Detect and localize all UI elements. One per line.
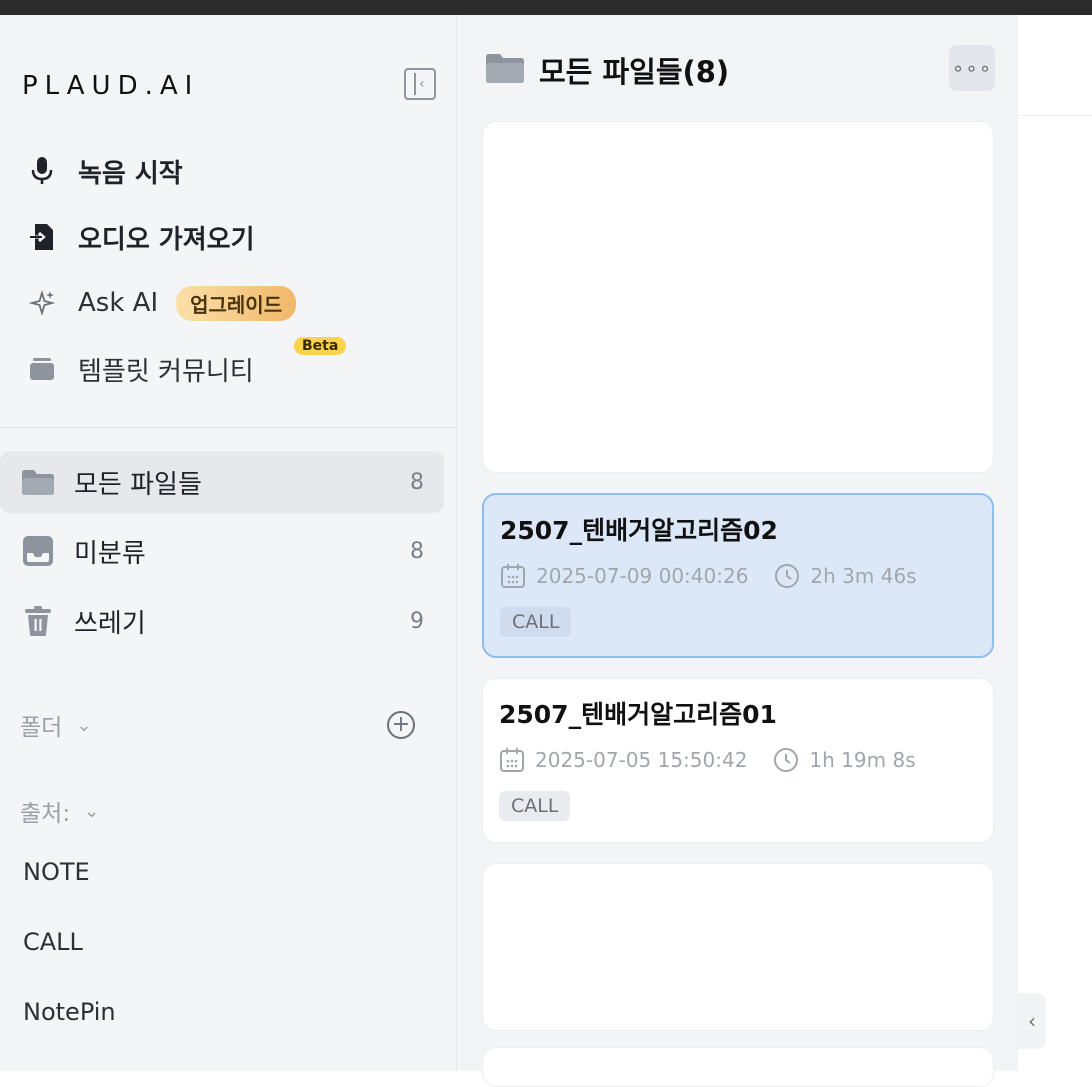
source-item-call[interactable]: CALL [23, 928, 83, 956]
file-list-pane: 모든 파일들(8) ∘∘∘ 2507_텐배거알고리즘02 2025-07-09 … [457, 15, 1018, 1087]
add-folder-button[interactable]: + [387, 711, 415, 739]
header-divider [1018, 115, 1092, 116]
file-date: 2025-07-05 15:50:42 [535, 748, 748, 772]
source-item-notepin[interactable]: NotePin [23, 998, 116, 1026]
panel-icon [414, 73, 416, 95]
chevron-left-icon: ‹ [1028, 1009, 1036, 1033]
file-card-placeholder[interactable] [482, 1047, 994, 1087]
sidebar: PLAUD.AI ‹ 녹음 시작 오디오 가져오기 Ask AI 업그레이드 템… [0, 15, 457, 1071]
clock-icon [774, 563, 800, 589]
list-title: 모든 파일들(8) [539, 55, 730, 89]
file-title: 2507_텐배거알고리즘02 [500, 516, 778, 545]
unclassified-label: 미분류 [74, 538, 146, 569]
app-logo: PLAUD.AI [22, 71, 199, 103]
all-files-label: 모든 파일들 [74, 469, 202, 500]
all-files-count: 8 [410, 469, 424, 495]
logo-text: PLAUD.AI [22, 71, 200, 101]
trash-icon [20, 603, 56, 639]
clock-icon [773, 747, 799, 773]
chevron-left-icon: ‹ [419, 76, 425, 92]
folder-icon [485, 52, 525, 88]
window-top-bar [0, 0, 1092, 15]
template-community-button[interactable]: 템플릿 커뮤니티 Beta [26, 337, 347, 389]
file-card-placeholder[interactable] [482, 121, 994, 473]
sidebar-item-unclassified[interactable]: 미분류 8 [0, 520, 444, 582]
folders-toggle[interactable]: 폴더 ⌄ [20, 708, 91, 742]
start-recording-button[interactable]: 녹음 시작 [26, 151, 183, 191]
source-item-note[interactable]: NOTE [23, 858, 90, 886]
calendar-icon [500, 563, 526, 589]
trash-count: 9 [410, 608, 424, 634]
file-meta: 2025-07-05 15:50:42 1h 19m 8s [499, 747, 916, 773]
file-duration: 2h 3m 46s [810, 564, 917, 588]
folders-label: 폴더 [20, 715, 63, 741]
trash-label: 쓰레기 [74, 608, 146, 639]
file-tag: CALL [499, 791, 571, 821]
sidebar-item-all-files[interactable]: 모든 파일들 8 [0, 451, 444, 513]
file-title: 2507_텐배거알고리즘01 [499, 700, 777, 729]
template-stack-icon [26, 353, 58, 385]
ask-ai-label: Ask AI [78, 288, 159, 318]
file-card[interactable]: 2507_텐배거알고리즘01 2025-07-05 15:50:42 1h 19… [482, 678, 994, 843]
plus-icon: + [391, 712, 411, 737]
file-tag: CALL [500, 607, 572, 637]
ask-ai-button[interactable]: Ask AI 업그레이드 [26, 283, 297, 323]
unclassified-count: 8 [410, 538, 424, 564]
file-duration: 1h 19m 8s [809, 748, 916, 772]
inbox-icon [20, 533, 56, 569]
file-card-placeholder[interactable] [482, 863, 994, 1031]
more-options-button[interactable]: ∘∘∘ [949, 45, 995, 91]
microphone-icon [26, 155, 58, 187]
import-audio-label: 오디오 가져오기 [78, 224, 255, 255]
calendar-icon [499, 747, 525, 773]
start-recording-label: 녹음 시작 [78, 158, 183, 189]
import-audio-button[interactable]: 오디오 가져오기 [26, 217, 255, 257]
chevron-down-icon: ⌄ [84, 800, 100, 822]
sources-toggle[interactable]: 출처: ⌄ [20, 794, 99, 828]
folder-icon [20, 464, 56, 500]
sidebar-item-trash[interactable]: 쓰레기 9 [0, 590, 444, 652]
file-meta: 2025-07-09 00:40:26 2h 3m 46s [500, 563, 917, 589]
template-community-label: 템플릿 커뮤니티 [78, 356, 254, 387]
chevron-down-icon: ⌄ [76, 714, 92, 736]
file-date: 2025-07-09 00:40:26 [536, 564, 749, 588]
detail-pane: ‹ [1018, 15, 1092, 1071]
sidebar-collapse-button[interactable]: ‹ [404, 68, 436, 100]
more-icon: ∘∘∘ [951, 56, 993, 80]
file-card-selected[interactable]: 2507_텐배거알고리즘02 2025-07-09 00:40:26 2h 3m… [482, 493, 994, 658]
import-file-icon [26, 221, 58, 253]
expand-panel-button[interactable]: ‹ [1018, 993, 1046, 1049]
beta-badge: Beta [294, 337, 347, 355]
upgrade-badge[interactable]: 업그레이드 [176, 285, 297, 321]
sources-label: 출처: [20, 801, 71, 827]
sidebar-divider [0, 427, 456, 428]
sparkle-icon [26, 287, 58, 319]
list-header: 모든 파일들(8) [485, 49, 729, 91]
